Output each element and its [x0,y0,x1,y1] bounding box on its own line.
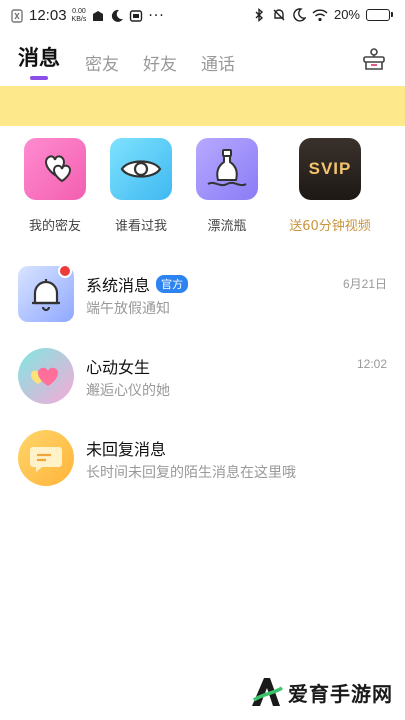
list-item-subtitle: 端午放假通知 [86,301,170,317]
network-speed-unit: KB/s [71,15,87,23]
quick-entry-drift-bottle[interactable]: 漂流瓶 [177,138,277,234]
basket-icon[interactable] [361,46,387,72]
status-bar-right: 20% [252,7,393,22]
tab-close-friends[interactable]: 密友 [85,50,119,75]
tab-messages[interactable]: 消息 [18,42,60,72]
watermark-text: 爱育手游网 [288,681,393,706]
top-tabs: 消息 密友 好友 通话 [0,42,405,82]
battery-percent: 20% [333,7,360,22]
list-item-title: 心动女生 [86,358,151,377]
bottle-icon [196,138,258,200]
svip-badge-text: SVIP [308,159,352,178]
clock: 12:03 [29,7,67,24]
mute-icon [272,8,286,22]
list-item-title: 未回复消息 [86,440,167,459]
status-bar: 12:03 0.00 KB/s ··· 20% [0,0,405,32]
tab-friends[interactable]: 好友 [143,50,177,75]
alarm-icon [91,9,105,23]
network-speed-value: 0.00 [72,7,86,15]
list-item-time: 6月21日 [342,277,387,291]
list-item-title-text: 系统消息 [86,276,151,295]
battery-icon [366,8,393,21]
quick-entry-who-viewed-me[interactable]: 谁看过我 [91,138,191,234]
list-item-subtitle: 长时间未回复的陌生消息在这里哦 [86,465,296,481]
list-item-subtitle: 邂逅心仪的她 [86,383,170,399]
chat-bubble-icon [18,430,74,486]
quick-entry-label: 送60分钟视频 [289,219,371,234]
tab-calls[interactable]: 通话 [201,50,235,75]
quick-entry-my-close-friends[interactable]: 我的密友 [5,138,105,234]
moon-icon [110,9,124,23]
list-item-system-messages[interactable]: 系统消息 官方 端午放假通知 6月21日 [0,262,405,332]
wifi-icon [312,8,328,22]
quick-entry-label: 我的密友 [28,219,81,234]
unread-dot [58,264,72,278]
list-item-time: 12:02 [356,357,387,371]
hearts-icon [24,138,86,200]
network-speed: 0.00 KB/s [72,8,87,24]
watermark-logo-icon [248,674,284,710]
promo-banner[interactable] [0,86,405,126]
svip-icon: SVIP [299,138,361,200]
list-item-title: 系统消息 官方 [86,272,189,296]
active-tab-indicator [30,76,48,80]
list-item-heart-girls[interactable]: 心动女生 邂逅心仪的她 12:02 [0,344,405,414]
list-item-unreplied-messages[interactable]: 未回复消息 长时间未回复的陌生消息在这里哦 [0,426,405,496]
more-notifications-icon: ··· [148,7,165,24]
site-watermark: 爱育手游网 [248,674,393,710]
status-bar-left: 12:03 0.00 KB/s ··· [10,7,165,24]
quick-entry-svip[interactable]: SVIP 送60分钟视频 [280,138,380,234]
quick-entry-label: 谁看过我 [114,219,167,234]
sim-icon [129,9,143,23]
do-not-disturb-icon [292,7,307,22]
quick-entry-label: 漂流瓶 [207,219,247,234]
quick-entries: 我的密友 谁看过我 漂流瓶 SVIP 送60分钟视频 [0,138,405,238]
eye-icon [110,138,172,200]
notification-icon [10,8,24,23]
hearts-icon [18,348,74,404]
official-badge: 官方 [156,275,189,293]
bluetooth-icon [252,7,266,22]
